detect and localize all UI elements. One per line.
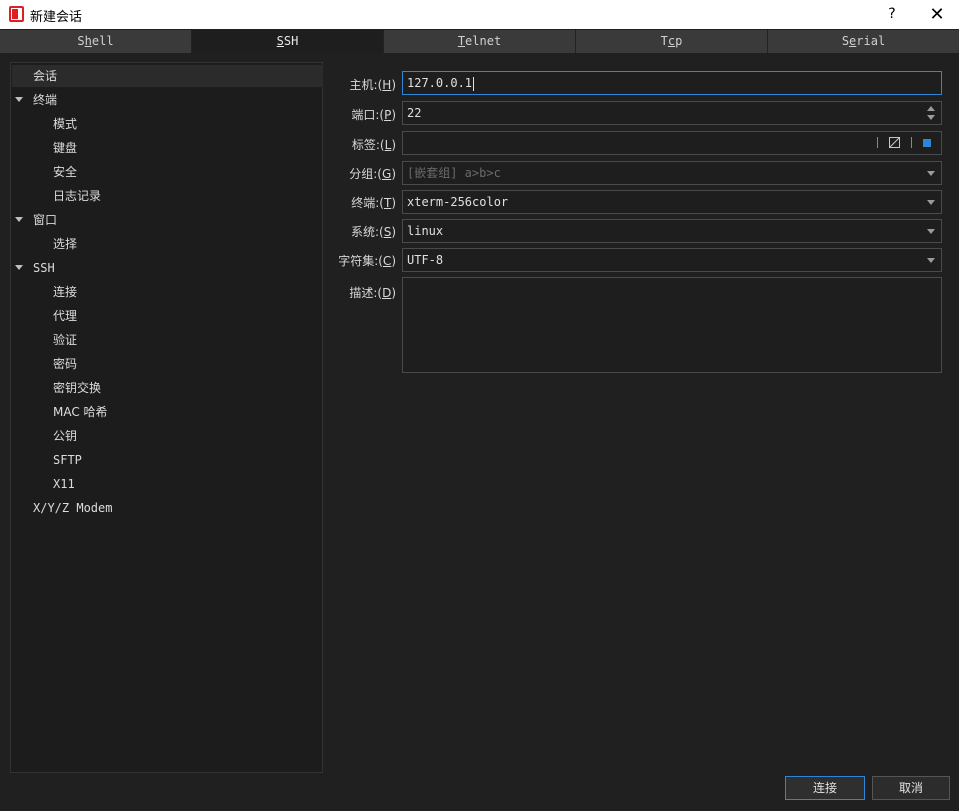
port-spinbox[interactable]: 22 — [402, 101, 942, 125]
tree-item-mac[interactable]: MAC 哈希 — [53, 401, 108, 423]
tree-item-modem[interactable]: X/Y/Z Modem — [33, 497, 112, 519]
chevron-down-icon[interactable] — [927, 171, 935, 176]
tree-item-proxy[interactable]: 代理 — [53, 305, 77, 327]
tab-tcp[interactable]: Tcp — [576, 30, 768, 53]
tree-item-logging[interactable]: 日志记录 — [53, 185, 101, 207]
separator — [911, 137, 912, 148]
color-swatch-icon[interactable] — [923, 139, 931, 147]
tree-item-session[interactable]: 会话 — [12, 65, 323, 87]
tree-item-cipher[interactable]: 密码 — [53, 353, 77, 375]
host-input[interactable]: 127.0.0.1 — [402, 71, 942, 95]
chevron-down-icon[interactable] — [927, 229, 935, 234]
tree-item-keyboard[interactable]: 键盘 — [53, 137, 77, 159]
charset-select[interactable]: UTF-8 — [402, 248, 942, 272]
port-label: 端口:(P) — [351, 108, 396, 122]
clear-icon[interactable] — [889, 137, 900, 148]
tag-input[interactable] — [402, 131, 942, 155]
tree-item-window[interactable]: 窗口 — [15, 209, 57, 231]
tree-item-pubkey[interactable]: 公钥 — [53, 425, 77, 447]
system-label: 系统:(S) — [350, 225, 396, 239]
connect-button[interactable]: 连接 — [785, 776, 865, 800]
group-label: 分组:(G) — [349, 167, 396, 181]
tree-item-ssh[interactable]: SSH — [15, 257, 55, 279]
tree-item-terminal[interactable]: 终端 — [15, 89, 57, 111]
settings-tree: 会话 终端 模式 键盘 安全 日志记录 窗口 选择 SSH 连接 代理 验证 密… — [10, 62, 323, 773]
tree-item-security[interactable]: 安全 — [53, 161, 77, 183]
description-textarea[interactable] — [402, 277, 942, 373]
tree-item-x11[interactable]: X11 — [53, 473, 75, 495]
chevron-down-icon[interactable] — [927, 200, 935, 205]
expand-arrow-icon[interactable] — [15, 217, 23, 222]
description-label: 描述:(D) — [349, 286, 396, 300]
charset-label: 字符集:(C) — [338, 254, 396, 268]
expand-arrow-icon[interactable] — [15, 265, 23, 270]
tab-shell[interactable]: Shell — [0, 30, 192, 53]
help-button[interactable]: ? — [878, 0, 906, 29]
tag-label: 标签:(L) — [351, 138, 396, 152]
separator — [877, 137, 878, 148]
group-combobox[interactable]: [嵌套组] a>b>c — [402, 161, 942, 185]
terminal-select[interactable]: xterm-256color — [402, 190, 942, 214]
window-title: 新建会话 — [30, 10, 83, 25]
tree-item-sftp[interactable]: SFTP — [53, 449, 82, 471]
cancel-button[interactable]: 取消 — [872, 776, 950, 800]
close-button[interactable]: ✕ — [922, 0, 952, 29]
chevron-down-icon[interactable] — [927, 258, 935, 263]
tree-item-auth[interactable]: 验证 — [53, 329, 77, 351]
text-caret — [473, 76, 475, 91]
system-select[interactable]: linux — [402, 219, 942, 243]
spin-up-icon[interactable] — [927, 106, 935, 111]
title-bar: 新建会话 ? ✕ — [0, 0, 959, 29]
tab-serial[interactable]: Serial — [768, 30, 959, 53]
protocol-tabs: Shell SSH Telnet Tcp Serial — [0, 30, 959, 53]
tree-item-selection[interactable]: 选择 — [53, 233, 77, 255]
tab-telnet[interactable]: Telnet — [384, 30, 576, 53]
tab-ssh[interactable]: SSH — [192, 30, 384, 53]
group-placeholder: [嵌套组] a>b>c — [407, 166, 501, 180]
host-label: 主机:(H) — [349, 78, 396, 92]
terminal-label: 终端:(T) — [351, 196, 396, 210]
expand-arrow-icon[interactable] — [15, 97, 23, 102]
tree-item-connection[interactable]: 连接 — [53, 281, 77, 303]
app-logo-icon — [9, 6, 24, 22]
spin-down-icon[interactable] — [927, 115, 935, 120]
tree-item-kex[interactable]: 密钥交换 — [53, 377, 101, 399]
tree-item-mode[interactable]: 模式 — [53, 113, 77, 135]
